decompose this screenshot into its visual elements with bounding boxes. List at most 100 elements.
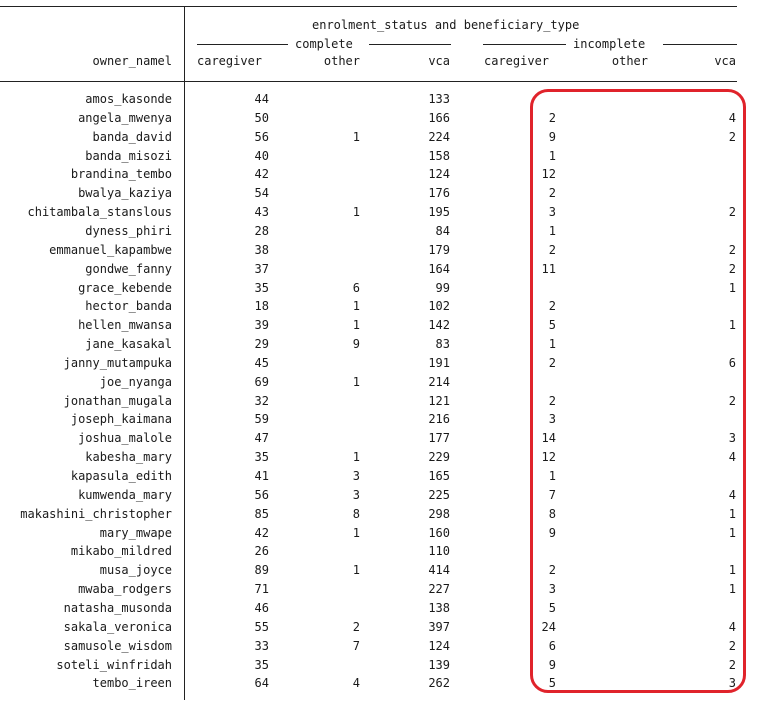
- cell-complete-caregiver: 85: [254, 506, 269, 521]
- cell-complete-caregiver: 45: [254, 355, 269, 370]
- cell-complete-caregiver: 64: [254, 676, 269, 691]
- cell-complete-caregiver: 40: [254, 148, 269, 163]
- cell-complete-caregiver: 35: [254, 657, 269, 672]
- row-name: mwaba_rodgers: [78, 582, 172, 597]
- cell-complete-caregiver: 54: [254, 186, 269, 201]
- cell-complete-caregiver: 47: [254, 431, 269, 446]
- row-name: jane_kasakal: [85, 337, 172, 352]
- cell-complete-caregiver: 50: [254, 110, 269, 125]
- column-header-row: owner_namel caregiver other vca caregive…: [0, 52, 760, 71]
- cell-complete-vca: 224: [428, 129, 450, 144]
- row-name: amos_kasonde: [85, 92, 172, 106]
- cell-complete-caregiver: 35: [254, 280, 269, 295]
- col-complete-other: other: [323, 54, 360, 68]
- cell-complete-caregiver: 89: [254, 563, 269, 578]
- cell-complete-vca: 124: [428, 167, 450, 182]
- cell-complete-vca: 83: [435, 337, 450, 352]
- row-name: sakala_veronica: [63, 619, 172, 634]
- cell-complete-vca: 84: [435, 223, 450, 238]
- row-name: joe_nyanga: [99, 374, 172, 389]
- cell-complete-other: 1: [352, 299, 360, 314]
- group-incomplete-label: incomplete: [573, 37, 646, 51]
- cell-complete-vca: 99: [435, 280, 450, 295]
- cell-complete-caregiver: 38: [254, 242, 269, 257]
- row-name: joshua_malole: [78, 431, 172, 446]
- cell-complete-caregiver: 46: [254, 600, 269, 615]
- row-header: owner_namel: [92, 54, 172, 68]
- col-complete-caregiver: caregiver: [197, 54, 263, 68]
- row-name: kapasula_edith: [70, 469, 172, 483]
- complete-rule-right: [369, 44, 451, 45]
- cell-complete-caregiver: 35: [254, 450, 269, 465]
- cell-complete-caregiver: 69: [254, 374, 269, 389]
- super-header: enrolment_status and beneficiary_type: [312, 18, 580, 32]
- cell-complete-other: 4: [352, 676, 360, 691]
- cell-complete-caregiver: 18: [254, 299, 269, 314]
- row-name: angela_mwenya: [78, 110, 172, 125]
- cell-complete-caregiver: 26: [254, 544, 269, 559]
- row-name: kabesha_mary: [85, 450, 172, 465]
- col-incomplete-vca: vca: [714, 54, 736, 68]
- cell-complete-caregiver: 43: [254, 205, 269, 220]
- row-name: chitambala_stanslous: [27, 205, 173, 220]
- cell-complete-caregiver: 56: [254, 129, 269, 144]
- cell-complete-vca: 229: [428, 450, 450, 465]
- cell-complete-vca: 110: [428, 544, 450, 559]
- row-name: banda_misozi: [85, 148, 172, 163]
- row-name: musa_joyce: [99, 563, 172, 578]
- cell-complete-vca: 177: [428, 431, 450, 446]
- col-incomplete-other: other: [611, 54, 648, 68]
- row-name: joseph_kaimana: [70, 412, 172, 427]
- cell-complete-vca: 262: [428, 676, 450, 691]
- col-complete-vca: vca: [428, 54, 450, 68]
- row-name: hector_banda: [85, 299, 172, 314]
- cell-complete-caregiver: 42: [254, 167, 269, 182]
- row-name: janny_mutampuka: [63, 355, 172, 370]
- cell-complete-vca: 414: [428, 563, 450, 578]
- cell-complete-vca: 133: [428, 92, 450, 106]
- cell-complete-other: 1: [352, 563, 360, 578]
- cell-complete-other: 1: [352, 450, 360, 465]
- cell-complete-caregiver: 39: [254, 318, 269, 333]
- top-rule: [0, 6, 737, 7]
- row-name: jonathan_mugala: [63, 393, 172, 408]
- cell-complete-other: 9: [352, 337, 360, 352]
- cell-complete-vca: 195: [428, 205, 450, 220]
- cell-complete-other: 2: [352, 619, 360, 634]
- cell-complete-vca: 158: [428, 148, 450, 163]
- row-name: gondwe_fanny: [85, 261, 172, 276]
- cell-complete-vca: 166: [428, 110, 450, 125]
- row-name: kumwenda_mary: [78, 487, 172, 502]
- cell-complete-vca: 176: [428, 186, 450, 201]
- complete-rule-left: [197, 44, 288, 45]
- row-name: bwalya_kaziya: [78, 186, 172, 201]
- cell-complete-vca: 138: [428, 600, 450, 615]
- cell-complete-other: 1: [352, 129, 360, 144]
- cell-complete-caregiver: 37: [254, 261, 269, 276]
- cell-complete-caregiver: 32: [254, 393, 269, 408]
- cell-complete-caregiver: 29: [254, 337, 269, 352]
- cell-complete-caregiver: 71: [254, 582, 269, 597]
- cell-complete-vca: 121: [428, 393, 450, 408]
- cell-complete-vca: 139: [428, 657, 450, 672]
- row-name: dyness_phiri: [85, 223, 172, 238]
- cell-complete-caregiver: 42: [254, 525, 269, 540]
- cell-complete-caregiver: 55: [254, 619, 269, 634]
- cell-complete-other: 1: [352, 525, 360, 540]
- cell-complete-vca: 124: [428, 638, 450, 653]
- cell-complete-vca: 397: [428, 619, 450, 634]
- cell-complete-caregiver: 41: [254, 469, 269, 483]
- cell-complete-other: 6: [352, 280, 360, 295]
- row-name: makashini_christopher: [20, 506, 172, 521]
- cell-complete-other: 8: [352, 506, 360, 521]
- cell-complete-vca: 164: [428, 261, 450, 276]
- row-name: tembo_ireen: [92, 676, 172, 691]
- row-name: mikabo_mildred: [70, 544, 172, 559]
- cell-complete-vca: 214: [428, 374, 450, 389]
- cell-complete-caregiver: 56: [254, 487, 269, 502]
- header-rule: [0, 81, 737, 82]
- group-complete-label: complete: [295, 37, 353, 51]
- cell-complete-vca: 225: [428, 487, 450, 502]
- row-name: hellen_mwansa: [78, 318, 172, 333]
- row-name: emmanuel_kapambwe: [49, 242, 172, 257]
